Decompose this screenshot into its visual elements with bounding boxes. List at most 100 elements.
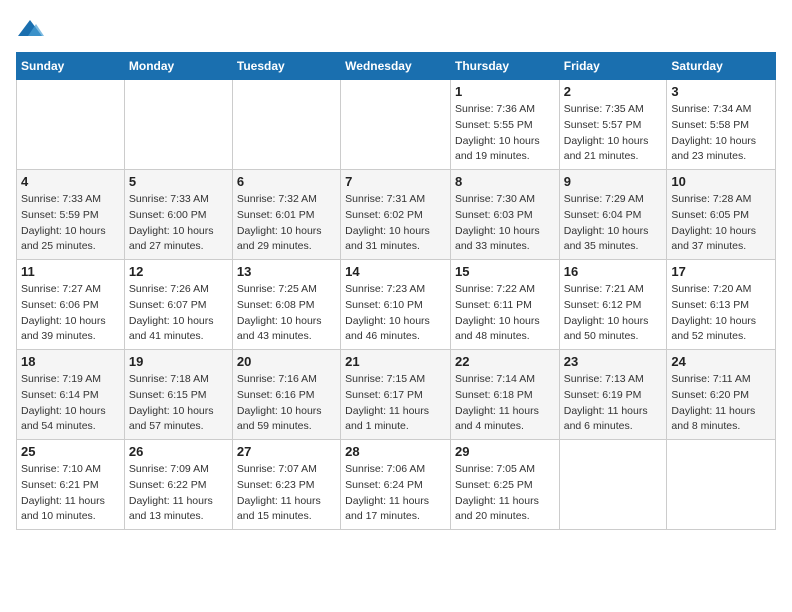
- day-cell: 6 Sunrise: 7:32 AM Sunset: 6:01 PM Daylig…: [232, 170, 340, 260]
- day-cell: 10 Sunrise: 7:28 AM Sunset: 6:05 PM Dayli…: [667, 170, 776, 260]
- day-info: Sunrise: 7:33 AM Sunset: 6:00 PM Dayligh…: [129, 192, 228, 255]
- day-cell: 14 Sunrise: 7:23 AM Sunset: 6:10 PM Dayli…: [341, 260, 451, 350]
- week-row-1: 1Sunrise: 7:36 AM Sunset: 5:55 PM Daylig…: [17, 80, 776, 170]
- day-number: 25: [21, 444, 120, 459]
- calendar-body: 1Sunrise: 7:36 AM Sunset: 5:55 PM Daylig…: [17, 80, 776, 530]
- day-cell: 20 Sunrise: 7:16 AM Sunset: 6:16 PM Dayli…: [232, 350, 340, 440]
- day-info: Sunrise: 7:27 AM Sunset: 6:06 PM Dayligh…: [21, 282, 120, 345]
- day-header-monday: Monday: [124, 53, 232, 80]
- day-cell: 25 Sunrise: 7:10 AM Sunset: 6:21 PM Dayli…: [17, 440, 125, 530]
- day-cell: [124, 80, 232, 170]
- day-info: Sunrise: 7:25 AM Sunset: 6:08 PM Dayligh…: [237, 282, 336, 345]
- logo: [16, 16, 46, 44]
- day-cell: 8 Sunrise: 7:30 AM Sunset: 6:03 PM Daylig…: [450, 170, 559, 260]
- day-info: Sunrise: 7:23 AM Sunset: 6:10 PM Dayligh…: [345, 282, 446, 345]
- week-row-2: 4 Sunrise: 7:33 AM Sunset: 5:59 PM Daylig…: [17, 170, 776, 260]
- day-cell: [667, 440, 776, 530]
- day-cell: 23Sunrise: 7:13 AM Sunset: 6:19 PM Dayli…: [559, 350, 667, 440]
- day-number: 3: [671, 84, 771, 99]
- day-cell: 16 Sunrise: 7:21 AM Sunset: 6:12 PM Dayli…: [559, 260, 667, 350]
- day-info: Sunrise: 7:35 AM Sunset: 5:57 PM Dayligh…: [564, 102, 663, 165]
- day-number: 2: [564, 84, 663, 99]
- day-number: 5: [129, 174, 228, 189]
- day-info: Sunrise: 7:05 AM Sunset: 6:25 PM Dayligh…: [455, 462, 555, 525]
- day-number: 29: [455, 444, 555, 459]
- day-header-tuesday: Tuesday: [232, 53, 340, 80]
- day-header-sunday: Sunday: [17, 53, 125, 80]
- logo-icon: [16, 16, 44, 44]
- day-number: 14: [345, 264, 446, 279]
- day-cell: 12 Sunrise: 7:26 AM Sunset: 6:07 PM Dayli…: [124, 260, 232, 350]
- day-cell: 22Sunrise: 7:14 AM Sunset: 6:18 PM Dayli…: [450, 350, 559, 440]
- day-info: Sunrise: 7:06 AM Sunset: 6:24 PM Dayligh…: [345, 462, 446, 525]
- day-info: Sunrise: 7:30 AM Sunset: 6:03 PM Dayligh…: [455, 192, 555, 255]
- day-cell: 15Sunrise: 7:22 AM Sunset: 6:11 PM Dayli…: [450, 260, 559, 350]
- day-number: 19: [129, 354, 228, 369]
- day-info: Sunrise: 7:09 AM Sunset: 6:22 PM Dayligh…: [129, 462, 228, 525]
- day-info: Sunrise: 7:13 AM Sunset: 6:19 PM Dayligh…: [564, 372, 663, 435]
- day-info: Sunrise: 7:10 AM Sunset: 6:21 PM Dayligh…: [21, 462, 120, 525]
- day-cell: 2 Sunrise: 7:35 AM Sunset: 5:57 PM Daylig…: [559, 80, 667, 170]
- calendar-table: SundayMondayTuesdayWednesdayThursdayFrid…: [16, 52, 776, 530]
- day-number: 6: [237, 174, 336, 189]
- day-info: Sunrise: 7:32 AM Sunset: 6:01 PM Dayligh…: [237, 192, 336, 255]
- day-info: Sunrise: 7:11 AM Sunset: 6:20 PM Dayligh…: [671, 372, 771, 435]
- day-cell: [17, 80, 125, 170]
- day-number: 8: [455, 174, 555, 189]
- day-number: 18: [21, 354, 120, 369]
- day-info: Sunrise: 7:15 AM Sunset: 6:17 PM Dayligh…: [345, 372, 446, 435]
- calendar-header: SundayMondayTuesdayWednesdayThursdayFrid…: [17, 53, 776, 80]
- day-cell: 11 Sunrise: 7:27 AM Sunset: 6:06 PM Dayli…: [17, 260, 125, 350]
- day-number: 21: [345, 354, 446, 369]
- day-cell: 1Sunrise: 7:36 AM Sunset: 5:55 PM Daylig…: [450, 80, 559, 170]
- day-cell: [341, 80, 451, 170]
- day-info: Sunrise: 7:21 AM Sunset: 6:12 PM Dayligh…: [564, 282, 663, 345]
- day-number: 12: [129, 264, 228, 279]
- day-info: Sunrise: 7:16 AM Sunset: 6:16 PM Dayligh…: [237, 372, 336, 435]
- day-header-saturday: Saturday: [667, 53, 776, 80]
- day-cell: 27 Sunrise: 7:07 AM Sunset: 6:23 PM Dayli…: [232, 440, 340, 530]
- day-number: 16: [564, 264, 663, 279]
- day-info: Sunrise: 7:18 AM Sunset: 6:15 PM Dayligh…: [129, 372, 228, 435]
- day-number: 1: [455, 84, 555, 99]
- day-info: Sunrise: 7:33 AM Sunset: 5:59 PM Dayligh…: [21, 192, 120, 255]
- day-info: Sunrise: 7:22 AM Sunset: 6:11 PM Dayligh…: [455, 282, 555, 345]
- day-cell: 3Sunrise: 7:34 AM Sunset: 5:58 PM Daylig…: [667, 80, 776, 170]
- day-number: 10: [671, 174, 771, 189]
- day-cell: 21 Sunrise: 7:15 AM Sunset: 6:17 PM Dayli…: [341, 350, 451, 440]
- day-number: 27: [237, 444, 336, 459]
- day-number: 17: [671, 264, 771, 279]
- day-cell: 5 Sunrise: 7:33 AM Sunset: 6:00 PM Daylig…: [124, 170, 232, 260]
- day-number: 28: [345, 444, 446, 459]
- day-info: Sunrise: 7:07 AM Sunset: 6:23 PM Dayligh…: [237, 462, 336, 525]
- day-cell: 9 Sunrise: 7:29 AM Sunset: 6:04 PM Daylig…: [559, 170, 667, 260]
- day-number: 13: [237, 264, 336, 279]
- day-number: 4: [21, 174, 120, 189]
- week-row-3: 11 Sunrise: 7:27 AM Sunset: 6:06 PM Dayli…: [17, 260, 776, 350]
- week-row-4: 18 Sunrise: 7:19 AM Sunset: 6:14 PM Dayli…: [17, 350, 776, 440]
- day-number: 20: [237, 354, 336, 369]
- day-header-thursday: Thursday: [450, 53, 559, 80]
- day-header-friday: Friday: [559, 53, 667, 80]
- day-cell: 28 Sunrise: 7:06 AM Sunset: 6:24 PM Dayli…: [341, 440, 451, 530]
- day-cell: 17 Sunrise: 7:20 AM Sunset: 6:13 PM Dayli…: [667, 260, 776, 350]
- day-info: Sunrise: 7:26 AM Sunset: 6:07 PM Dayligh…: [129, 282, 228, 345]
- day-number: 9: [564, 174, 663, 189]
- day-header-wednesday: Wednesday: [341, 53, 451, 80]
- day-info: Sunrise: 7:29 AM Sunset: 6:04 PM Dayligh…: [564, 192, 663, 255]
- day-number: 7: [345, 174, 446, 189]
- day-cell: 24Sunrise: 7:11 AM Sunset: 6:20 PM Dayli…: [667, 350, 776, 440]
- day-cell: 29 Sunrise: 7:05 AM Sunset: 6:25 PM Dayli…: [450, 440, 559, 530]
- day-number: 11: [21, 264, 120, 279]
- header-row: SundayMondayTuesdayWednesdayThursdayFrid…: [17, 53, 776, 80]
- day-info: Sunrise: 7:14 AM Sunset: 6:18 PM Dayligh…: [455, 372, 555, 435]
- day-info: Sunrise: 7:20 AM Sunset: 6:13 PM Dayligh…: [671, 282, 771, 345]
- day-info: Sunrise: 7:31 AM Sunset: 6:02 PM Dayligh…: [345, 192, 446, 255]
- page-header: [16, 16, 776, 44]
- day-cell: 13 Sunrise: 7:25 AM Sunset: 6:08 PM Dayli…: [232, 260, 340, 350]
- week-row-5: 25 Sunrise: 7:10 AM Sunset: 6:21 PM Dayli…: [17, 440, 776, 530]
- day-info: Sunrise: 7:19 AM Sunset: 6:14 PM Dayligh…: [21, 372, 120, 435]
- day-cell: 7 Sunrise: 7:31 AM Sunset: 6:02 PM Daylig…: [341, 170, 451, 260]
- day-cell: 19 Sunrise: 7:18 AM Sunset: 6:15 PM Dayli…: [124, 350, 232, 440]
- day-info: Sunrise: 7:28 AM Sunset: 6:05 PM Dayligh…: [671, 192, 771, 255]
